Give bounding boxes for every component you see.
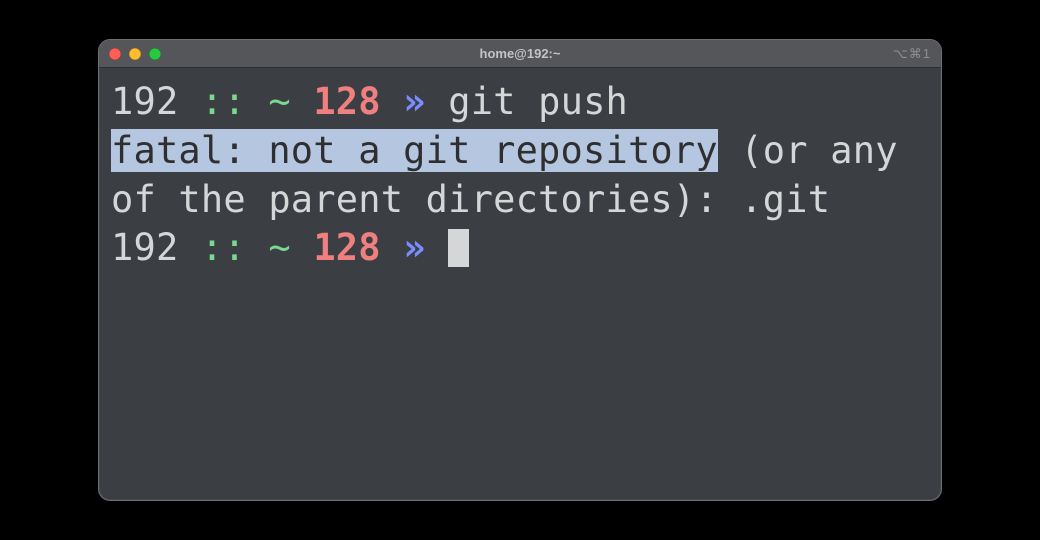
zoom-icon[interactable] [149,48,161,60]
terminal-viewport[interactable]: 192 :: ~ 128 » git push fatal: not a git… [99,68,941,500]
prompt-separator: :: [201,80,246,123]
window-title: home@192:~ [99,46,941,61]
window-controls [109,48,161,60]
prompt-symbol: » [403,226,425,269]
prompt-exit-code: 128 [313,80,380,123]
prompt-symbol: » [403,80,425,123]
titlebar[interactable]: home@192:~ ⌥⌘1 [99,40,941,68]
prompt-host: 192 [111,226,178,269]
prompt-host: 192 [111,80,178,123]
cursor [448,229,468,268]
prompt-cwd: ~ [268,226,290,269]
window-shortcut-hint: ⌥⌘1 [893,46,931,62]
prompt-exit-code: 128 [313,226,380,269]
output-selected: fatal: not a git repository [111,129,718,172]
command-text: git push [448,80,628,123]
prompt-separator: :: [201,226,246,269]
minimize-icon[interactable] [129,48,141,60]
terminal-window: home@192:~ ⌥⌘1 192 :: ~ 128 » git push f… [98,39,942,501]
close-icon[interactable] [109,48,121,60]
prompt-cwd: ~ [268,80,290,123]
